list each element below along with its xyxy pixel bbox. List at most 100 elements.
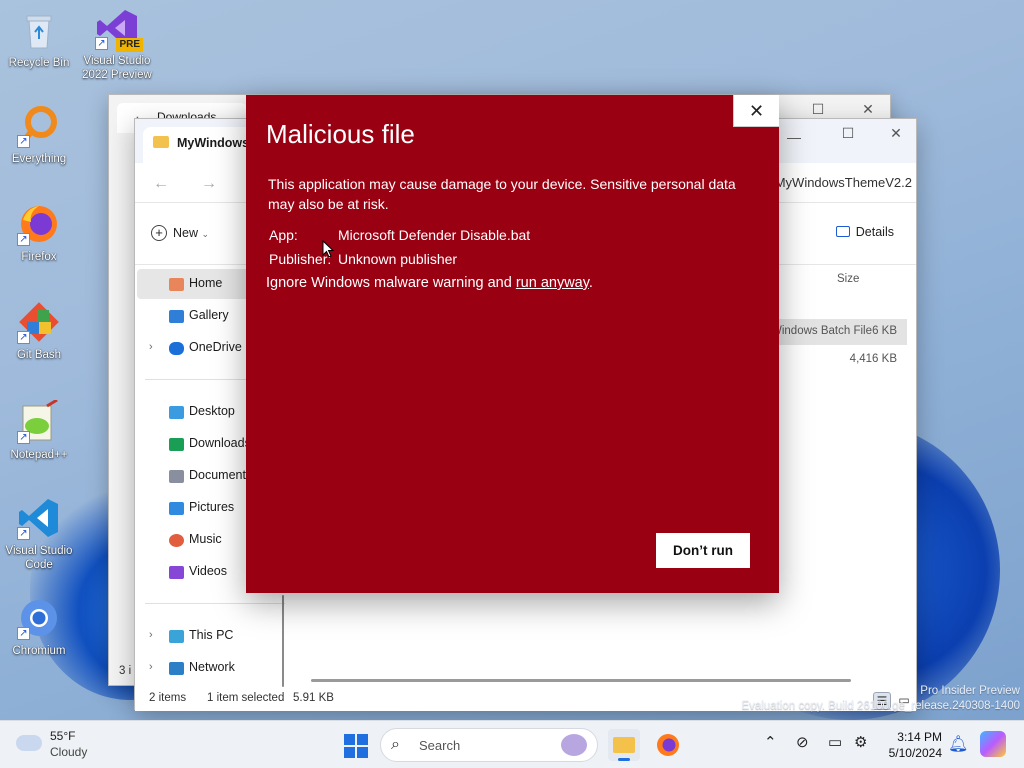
sidebar-label: This PC xyxy=(189,628,234,642)
folder-icon xyxy=(613,737,635,753)
desktop-icon-label: Visual Studio Code xyxy=(5,545,73,571)
malicious-file-dialog: ✕ Malicious file This application may ca… xyxy=(246,95,779,593)
mouse-pointer-icon xyxy=(322,240,334,258)
sidebar-label: OneDrive xyxy=(189,340,242,354)
sidebar-label: Music xyxy=(189,532,222,546)
sidebar-label: Documents xyxy=(189,468,253,482)
desktop-icon-label: Recycle Bin xyxy=(8,57,70,69)
downloads-folder-icon xyxy=(169,438,184,451)
desktop-icon-label: Git Bash xyxy=(16,349,62,361)
shortcut-arrow-icon: ↗ xyxy=(17,627,30,640)
windows-start-icon[interactable] xyxy=(344,734,368,758)
desktop-icon-label: Visual Studio 2022 Preview xyxy=(82,55,152,81)
vscode-icon: ↗ xyxy=(17,496,61,540)
home-icon xyxy=(169,278,184,291)
firefox-taskbar-icon[interactable] xyxy=(652,729,684,761)
desktop-icon-everything[interactable]: ↗ Everything xyxy=(0,104,78,166)
search-highlight-icon xyxy=(561,734,587,756)
chevron-right-icon[interactable]: › xyxy=(149,661,153,673)
system-clock[interactable]: 3:14 PM 5/10/2024 xyxy=(882,729,942,761)
horizontal-scrollbar[interactable] xyxy=(311,679,851,682)
this-pc-icon xyxy=(169,630,184,643)
chevron-right-icon[interactable]: › xyxy=(149,341,153,353)
display-icon[interactable]: ▭ xyxy=(828,733,842,751)
gallery-icon xyxy=(169,310,184,323)
new-button[interactable]: + New ⌄ xyxy=(151,225,209,241)
recycle-bin-icon xyxy=(17,8,61,52)
watermark-line: Pro Insider Preview xyxy=(920,685,1020,697)
ignore-text: Ignore Windows malware warning and xyxy=(266,275,516,291)
sidebar-label: Videos xyxy=(189,564,227,578)
chevron-up-icon[interactable]: ⌃ xyxy=(764,733,777,751)
close-icon[interactable]: ✕ xyxy=(873,119,919,147)
onedrive-icon xyxy=(169,342,184,355)
desktop-icon-label: Notepad++ xyxy=(10,449,68,461)
desktop-icon-visual-studio[interactable]: PRE ↗ Visual Studio 2022 Preview xyxy=(78,6,156,82)
desktop-watermark: Pro Insider Preview Evaluation copy. Bui… xyxy=(741,684,1020,714)
desktop-icon-firefox[interactable]: ↗ Firefox xyxy=(0,202,78,264)
notepad-plus-plus-icon: ↗ xyxy=(17,398,61,444)
shortcut-arrow-icon: ↗ xyxy=(17,233,30,246)
notification-bell-icon[interactable]: 🔔︎ xyxy=(948,734,968,754)
volume-icon[interactable]: ⚙ xyxy=(854,733,867,751)
shortcut-arrow-icon: ↗ xyxy=(95,37,108,50)
close-icon[interactable]: ✕ xyxy=(733,95,779,127)
taskbar-search[interactable]: ⌕ Search xyxy=(380,728,598,762)
tab-mywindowstheme[interactable]: MyWindowsThemeV2.2 xyxy=(143,127,253,163)
ignore-warning-text: Ignore Windows malware warning and run a… xyxy=(266,275,593,291)
git-bash-icon: ↗ xyxy=(17,300,61,344)
dialog-message: This application may cause damage to you… xyxy=(268,176,736,212)
column-header-size[interactable]: Size xyxy=(837,273,859,285)
active-indicator xyxy=(618,758,630,761)
file-size: 4,416 KB xyxy=(849,353,897,365)
chromium-icon: ↗ xyxy=(17,596,61,640)
desktop-icon-recycle-bin[interactable]: Recycle Bin xyxy=(0,8,78,70)
sidebar-item-this-pc[interactable]: › This PC xyxy=(137,621,281,651)
desktop-folder-icon xyxy=(169,406,184,419)
back-arrow-icon[interactable]: ← xyxy=(153,175,169,193)
desktop-icon-git-bash[interactable]: ↗ Git Bash xyxy=(0,300,78,362)
run-anyway-link[interactable]: run anyway xyxy=(516,275,589,291)
visual-studio-icon: PRE ↗ xyxy=(95,6,143,52)
status-selection: 1 item selected xyxy=(207,692,285,704)
maximize-icon[interactable]: ☐ xyxy=(825,119,871,147)
network-icon xyxy=(169,662,184,675)
navigation-scrollbar[interactable] xyxy=(282,595,284,687)
weather-description: Cloudy xyxy=(50,745,88,759)
copilot-icon[interactable] xyxy=(980,731,1006,757)
search-icon: ⌕ xyxy=(391,736,400,753)
firefox-icon: ↗ xyxy=(17,202,61,246)
watermark-line: Evaluation copy. Build 26100.ge_release.… xyxy=(741,700,1020,712)
sidebar-label: Gallery xyxy=(189,308,229,322)
clock-date: 5/10/2024 xyxy=(888,746,942,760)
status-item-count: 2 items xyxy=(149,692,187,704)
address-bar[interactable]: MyWindowsThemeV2.2 xyxy=(775,175,912,190)
desktop-icon-label: Firefox xyxy=(21,251,57,263)
file-explorer-taskbar-icon[interactable] xyxy=(608,729,640,761)
weather-temperature: 55°F xyxy=(50,729,76,743)
file-size: 6 KB xyxy=(872,325,897,337)
forward-arrow-icon[interactable]: → xyxy=(201,175,217,193)
music-folder-icon xyxy=(169,534,184,547)
chevron-down-icon: ⌄ xyxy=(201,229,210,239)
network-disconnected-icon[interactable]: ⊘ xyxy=(796,733,809,751)
dont-run-button[interactable]: Don’t run xyxy=(656,533,750,568)
shortcut-arrow-icon: ↗ xyxy=(17,331,30,344)
desktop-icon-notepad-plus-plus[interactable]: ↗ Notepad++ xyxy=(0,398,78,462)
publisher-value: Unknown publisher xyxy=(338,251,458,267)
details-button[interactable]: Details xyxy=(835,225,894,239)
sidebar-label: Desktop xyxy=(189,404,235,418)
documents-folder-icon xyxy=(169,470,184,483)
sidebar-item-network[interactable]: › Network xyxy=(137,653,281,683)
details-pane-icon xyxy=(835,226,850,237)
chevron-right-icon[interactable]: › xyxy=(149,629,153,641)
status-selection-size: 5.91 KB xyxy=(293,692,334,704)
desktop-icon-label: Chromium xyxy=(12,645,66,657)
shortcut-arrow-icon: ↗ xyxy=(17,527,30,540)
everything-search-icon: ↗ xyxy=(17,104,61,148)
cloud-icon xyxy=(16,735,42,751)
desktop-icon-vscode[interactable]: ↗ Visual Studio Code xyxy=(0,496,78,572)
new-label: New xyxy=(173,226,199,240)
desktop-icon-chromium[interactable]: ↗ Chromium xyxy=(0,596,78,658)
folder-icon xyxy=(153,136,169,148)
